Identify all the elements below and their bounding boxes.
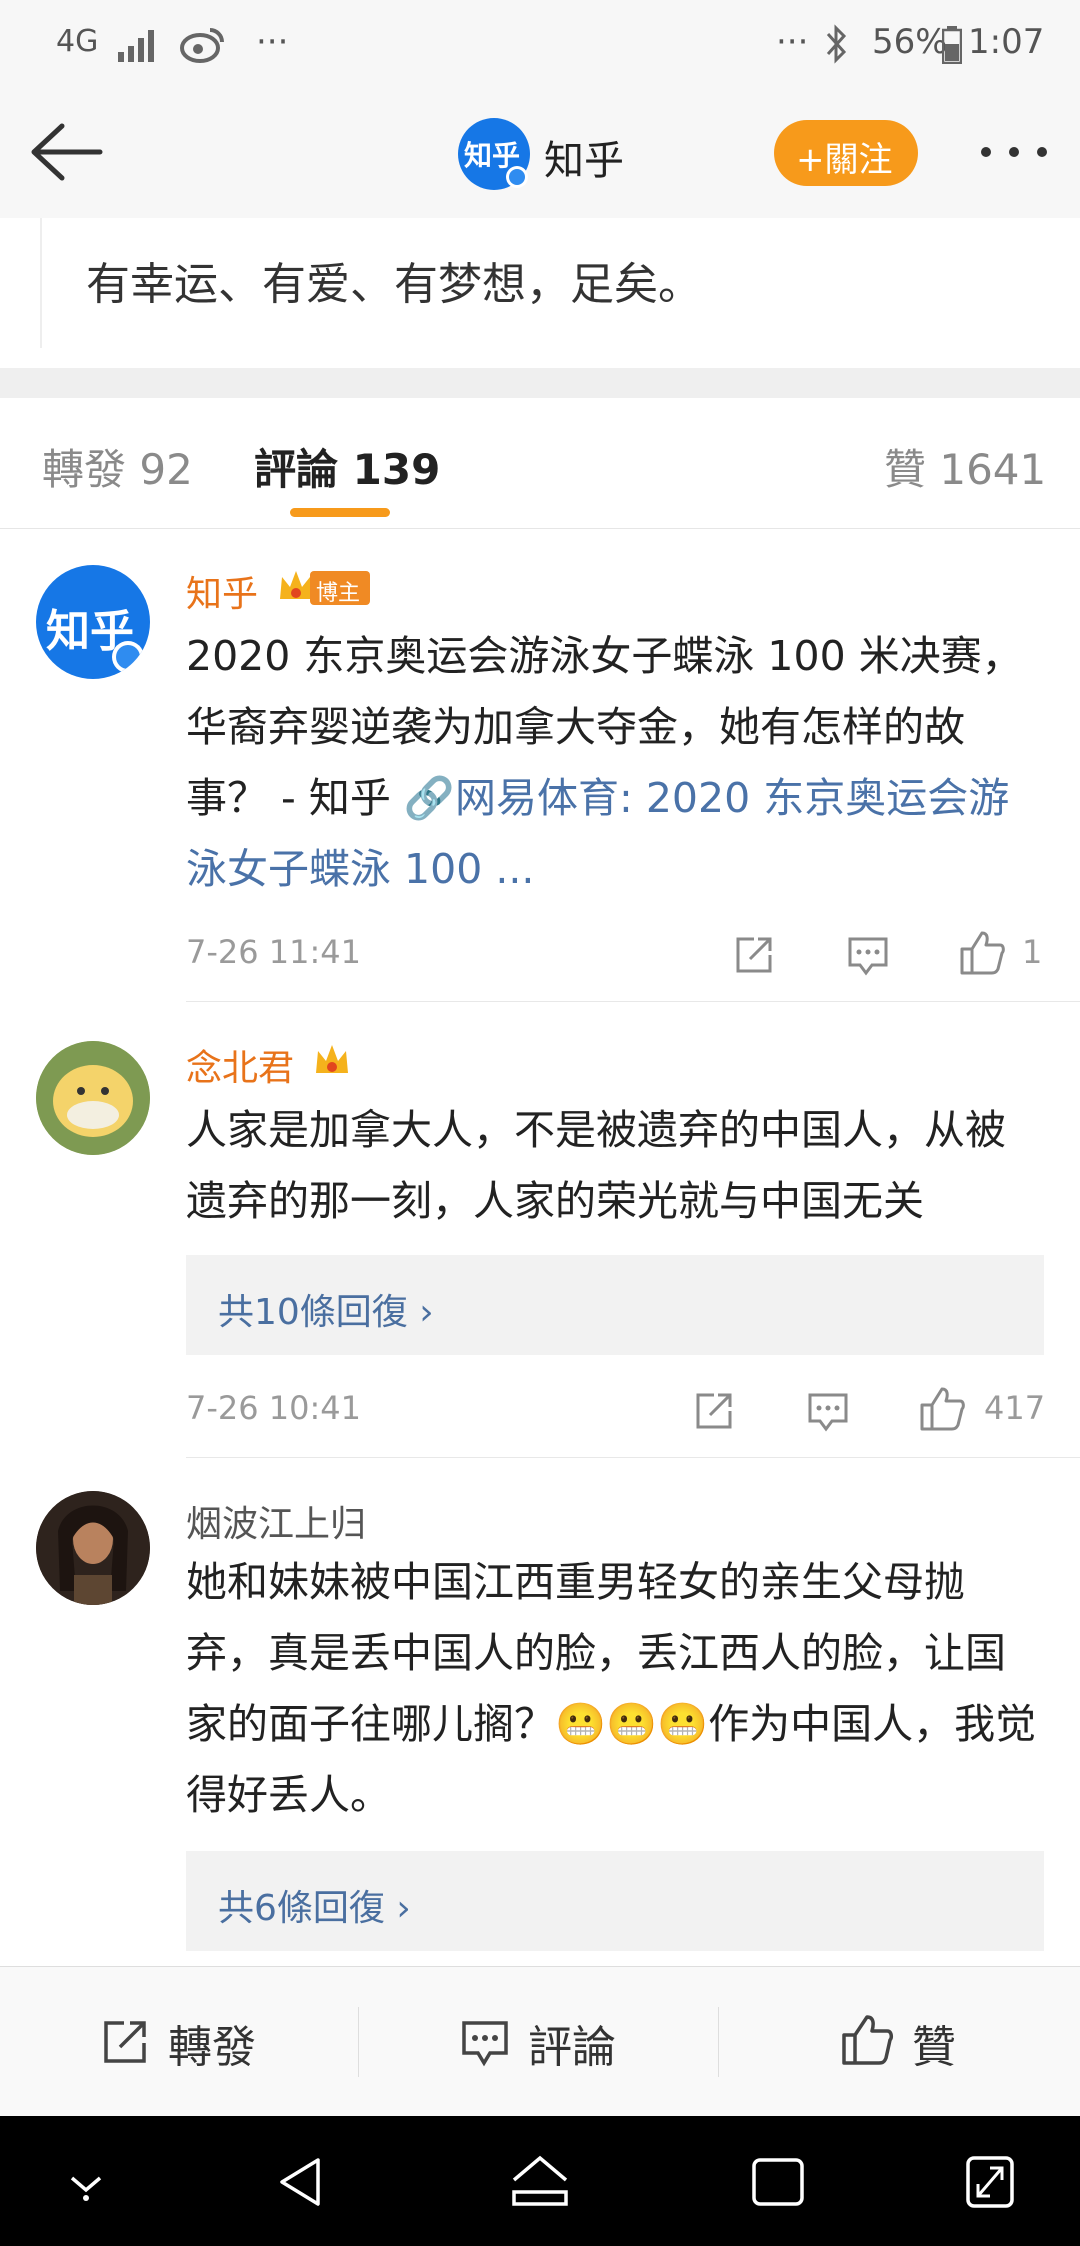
commenter-name[interactable]: 念北君 [186,1039,294,1091]
comment-icon [462,2021,508,2067]
like-count: 1 [1022,933,1043,971]
like-icon[interactable] [918,1385,966,1433]
share-icon[interactable] [732,933,776,977]
nav-expand-icon[interactable] [964,2154,1016,2210]
battery-percent: 56% [872,22,948,62]
portrait-avatar-icon [36,1491,150,1605]
comment-item: 知乎 知乎 博主 2020 东京奥运会游泳女子蝶泳 100 米决赛，华裔弃婴逆袭… [0,529,1080,1002]
like-icon [842,2015,893,2065]
verified-badge-icon [506,166,528,188]
reply-icon[interactable] [846,933,890,977]
hide-keyboard-icon[interactable] [64,2160,108,2204]
comment-text: 人家是加拿大人，不是被遗弃的中国人，从被遗弃的那一刻，人家的荣光就与中国无关 [186,1106,1006,1225]
nav-home-icon[interactable] [508,2152,572,2210]
avatar[interactable]: 知乎 [36,565,150,679]
post-tabs: 轉發 92 評論 139 贊 1641 [0,398,1080,529]
bottom-action-bar: 轉發 評論 贊 [0,1966,1080,2117]
network-indicator: 4G [56,24,99,59]
duck-avatar-icon [36,1041,150,1155]
comment-button[interactable]: 評論 [420,1967,720,2117]
crown-icon [316,1045,348,1073]
avatar[interactable] [36,1491,150,1605]
quote-bar [40,218,42,348]
bluetooth-icon [826,24,847,64]
more-status-dots: ··· [776,22,809,62]
verified-badge-icon [112,641,144,673]
more-options-icon[interactable] [978,144,1050,160]
share-icon[interactable] [692,1389,736,1433]
commenter-name[interactable]: 烟波江上归 [186,1495,366,1547]
comment-item: 念北君 人家是加拿大人，不是被遗弃的中国人，从被遗弃的那一刻，人家的荣光就与中国… [0,1003,1080,1458]
status-bar: 4G ··· ··· 56% 1:07 [0,0,1080,90]
author-badge: 博主 [310,571,370,606]
follow-button[interactable]: +關注 [774,120,918,186]
comment-divider [186,1457,1080,1458]
nav-back-icon[interactable] [274,2154,326,2210]
account-name[interactable]: 知乎 [544,128,624,186]
like-button[interactable]: 贊 [800,1967,1060,2117]
post-body-tail: 有幸运、有爱、有梦想，足矣。 [0,218,1080,368]
link-icon: 🔗 [403,774,455,822]
tab-likes[interactable]: 贊 1641 [884,436,1046,497]
battery-icon [942,26,962,64]
signal-icon [118,30,154,62]
bar-divider [718,2007,719,2077]
view-replies-button[interactable]: 共10條回復 › [186,1255,1044,1355]
system-nav-bar [0,2116,1080,2246]
comment-date: 7-26 10:41 [186,1389,362,1427]
weibo-icon [180,28,224,63]
view-replies-button[interactable]: 共6條回復 › [186,1851,1044,1951]
commenter-name[interactable]: 知乎 [186,565,258,617]
comment-divider [186,1001,1080,1002]
post-text: 有幸运、有爱、有梦想，足矣。 [86,259,702,310]
back-arrow-icon[interactable] [26,120,106,184]
bar-divider [358,2007,359,2077]
grimace-emoji-icon: 😬😬😬 [555,1700,709,1748]
like-icon[interactable] [958,929,1006,977]
comment-text: 她和妹妹被中国江西重男轻女的亲生父母抛弃，真是丢中国人的脸，丢江西人的脸，让国家… [186,1558,1037,1819]
account-avatar[interactable]: 知乎 [458,118,530,190]
active-tab-indicator [290,508,390,517]
top-app-bar: 知乎 知乎 +關注 [0,90,1080,219]
tab-repost[interactable]: 轉發 92 [42,436,193,497]
comment-date: 7-26 11:41 [186,933,362,971]
notification-dots: ··· [256,22,289,62]
like-count: 417 [984,1389,1046,1427]
comment-item: 烟波江上归 她和妹妹被中国江西重男轻女的亲生父母抛弃，真是丢中国人的脸，丢江西人… [0,1459,1080,1965]
tab-comments[interactable]: 評論 139 [254,436,440,497]
section-gap [0,368,1080,398]
clock: 1:07 [968,22,1045,62]
comment-text: 2020 东京奥运会游泳女子蝶泳 100 米决赛，华裔弃婴逆袭为加拿大夺金，她有… [186,632,1023,893]
repost-icon [104,2021,146,2063]
repost-button[interactable]: 轉發 [60,1967,360,2117]
reply-icon[interactable] [806,1389,850,1433]
nav-recents-icon[interactable] [750,2156,806,2208]
avatar[interactable] [36,1041,150,1155]
